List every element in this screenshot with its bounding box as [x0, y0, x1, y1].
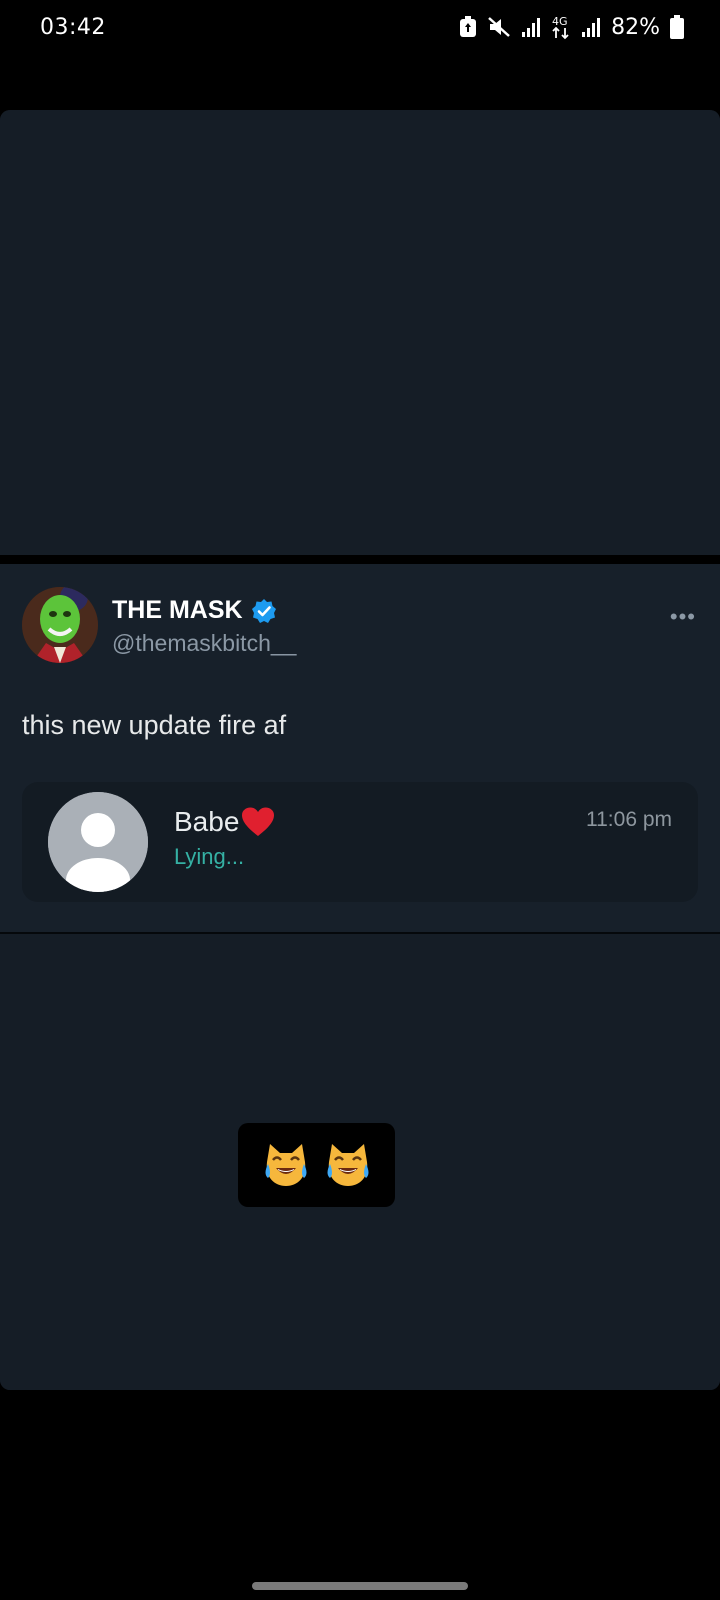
empty-top-area	[0, 110, 720, 555]
svg-text:4G: 4G	[552, 15, 568, 28]
chat-time: 11:06 pm	[586, 808, 672, 831]
divider	[0, 555, 720, 564]
tweet-text: this new update fire af	[22, 710, 287, 740]
status-icons: 4G 82%	[459, 14, 684, 40]
mute-icon	[487, 16, 511, 38]
tweet-screenshot[interactable]: THE MASK @themaskbitch__ ••• this new up…	[0, 564, 720, 934]
crying-laughing-cat-icon	[323, 1140, 373, 1190]
embedded-chat-preview: Babe Lying... 11:06 pm	[22, 782, 698, 902]
status-time: 03:42	[40, 14, 106, 40]
caption-emoji-box[interactable]	[238, 1123, 395, 1207]
red-heart-icon	[241, 807, 275, 837]
signal-icon	[581, 16, 601, 38]
signal-icon	[521, 16, 541, 38]
author-handle[interactable]: @themaskbitch__	[112, 630, 296, 657]
verified-badge-icon	[251, 598, 277, 624]
author-name[interactable]: THE MASK	[112, 596, 277, 625]
battery-icon	[670, 15, 684, 39]
crying-laughing-cat-icon	[261, 1140, 311, 1190]
contact-avatar-placeholder-icon	[48, 792, 148, 892]
author-name-text: THE MASK	[112, 596, 243, 624]
screen: 03:42 4G 82% THE MASK @themaskbitch__ ••…	[0, 0, 720, 1600]
author-avatar[interactable]	[22, 587, 98, 663]
home-indicator[interactable]	[252, 1582, 468, 1590]
data-arrows-icon: 4G	[551, 14, 571, 40]
status-bar: 03:42 4G 82%	[0, 0, 720, 54]
contact-status: Lying...	[174, 844, 245, 869]
contact-name-text: Babe	[174, 806, 240, 837]
battery-percent: 82%	[611, 14, 660, 40]
more-options-icon[interactable]: •••	[670, 604, 696, 630]
battery-saver-icon	[459, 16, 477, 38]
contact-name: Babe	[174, 806, 275, 838]
